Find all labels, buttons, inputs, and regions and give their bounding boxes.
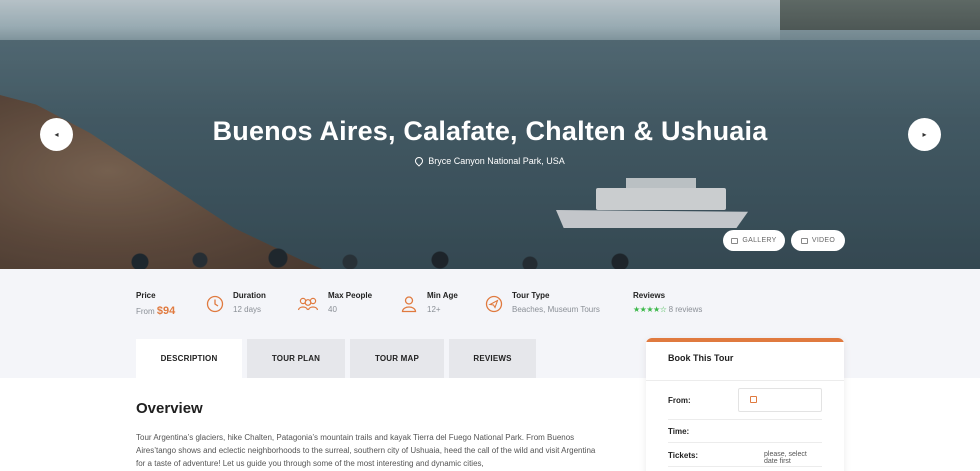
info-tour-type: Tour Type Beaches, Museum Tours xyxy=(485,291,600,314)
clock-icon xyxy=(206,295,224,313)
video-label: VIDEO xyxy=(811,237,836,244)
tour-location: Bryce Canyon National Park, USA xyxy=(0,155,980,167)
max-people-label: Max People xyxy=(328,291,373,300)
location-pin-icon xyxy=(413,155,425,167)
hero-banner: Buenos Aires, Calafate, Chalten & Ushuai… xyxy=(0,0,980,269)
tour-title: Buenos Aires, Calafate, Chalten & Ushuai… xyxy=(212,116,768,146)
info-duration: Duration 12 days xyxy=(206,291,266,314)
time-label: Time: xyxy=(668,427,690,436)
camera-icon xyxy=(731,237,739,244)
date-input[interactable] xyxy=(738,388,822,412)
min-age-label: Min Age xyxy=(427,291,458,300)
tour-tabs: DESCRIPTION TOUR PLAN TOUR MAP REVIEWS xyxy=(136,339,536,378)
tickets-row: Tickets: please, select date first xyxy=(668,451,822,465)
overview-text: Tour Argentina’s glaciers, hike Chalten,… xyxy=(136,433,596,468)
prev-slide-button[interactable]: ◂ xyxy=(40,118,73,151)
info-price: Price From $94 xyxy=(136,291,175,317)
duration-label: Duration xyxy=(233,291,266,300)
tab-tour-plan[interactable]: TOUR PLAN xyxy=(247,339,345,378)
chevron-left-icon: ◂ xyxy=(54,130,59,139)
overview-heading: Overview xyxy=(136,400,203,417)
price-value: $94 xyxy=(156,305,176,317)
info-reviews: Reviews ★★★★☆ 8 reviews xyxy=(633,291,702,314)
rating-stars: ★★★★☆ xyxy=(633,305,667,314)
tour-location-text: Bryce Canyon National Park, USA xyxy=(428,156,565,166)
tour-type-label: Tour Type xyxy=(512,291,550,300)
tab-description[interactable]: DESCRIPTION xyxy=(136,339,242,378)
reviews-count: 8 reviews xyxy=(668,305,703,314)
price-label: Price xyxy=(136,291,156,300)
max-people-value: 40 xyxy=(328,305,337,314)
reviews-label: Reviews xyxy=(633,291,666,300)
info-min-age: Min Age 12+ xyxy=(400,291,458,314)
tab-reviews[interactable]: REVIEWS xyxy=(449,339,536,378)
min-age-value: 12+ xyxy=(427,305,441,314)
info-max-people: Max People 40 xyxy=(297,291,372,314)
gallery-label: GALLERY xyxy=(742,237,777,244)
booking-card: Book This Tour From: Time: Tickets: plea… xyxy=(646,338,844,471)
calendar-icon xyxy=(750,396,757,403)
tab-tour-map[interactable]: TOUR MAP xyxy=(350,339,444,378)
paper-plane-icon xyxy=(485,295,503,313)
duration-value: 12 days xyxy=(233,305,262,314)
tour-type-value: Beaches, Museum Tours xyxy=(512,305,600,314)
video-icon xyxy=(800,237,808,244)
chevron-right-icon: ▸ xyxy=(922,130,927,139)
tickets-label: Tickets: xyxy=(668,451,699,460)
next-slide-button[interactable]: ▸ xyxy=(908,118,941,151)
tickets-note: please, select date first xyxy=(764,451,807,465)
users-icon xyxy=(297,297,319,311)
user-icon xyxy=(401,296,417,313)
gallery-button[interactable]: GALLERY xyxy=(723,230,785,251)
video-button[interactable]: VIDEO xyxy=(791,230,845,251)
booking-title: Book This Tour xyxy=(646,342,844,381)
price-prefix: From xyxy=(136,307,155,316)
